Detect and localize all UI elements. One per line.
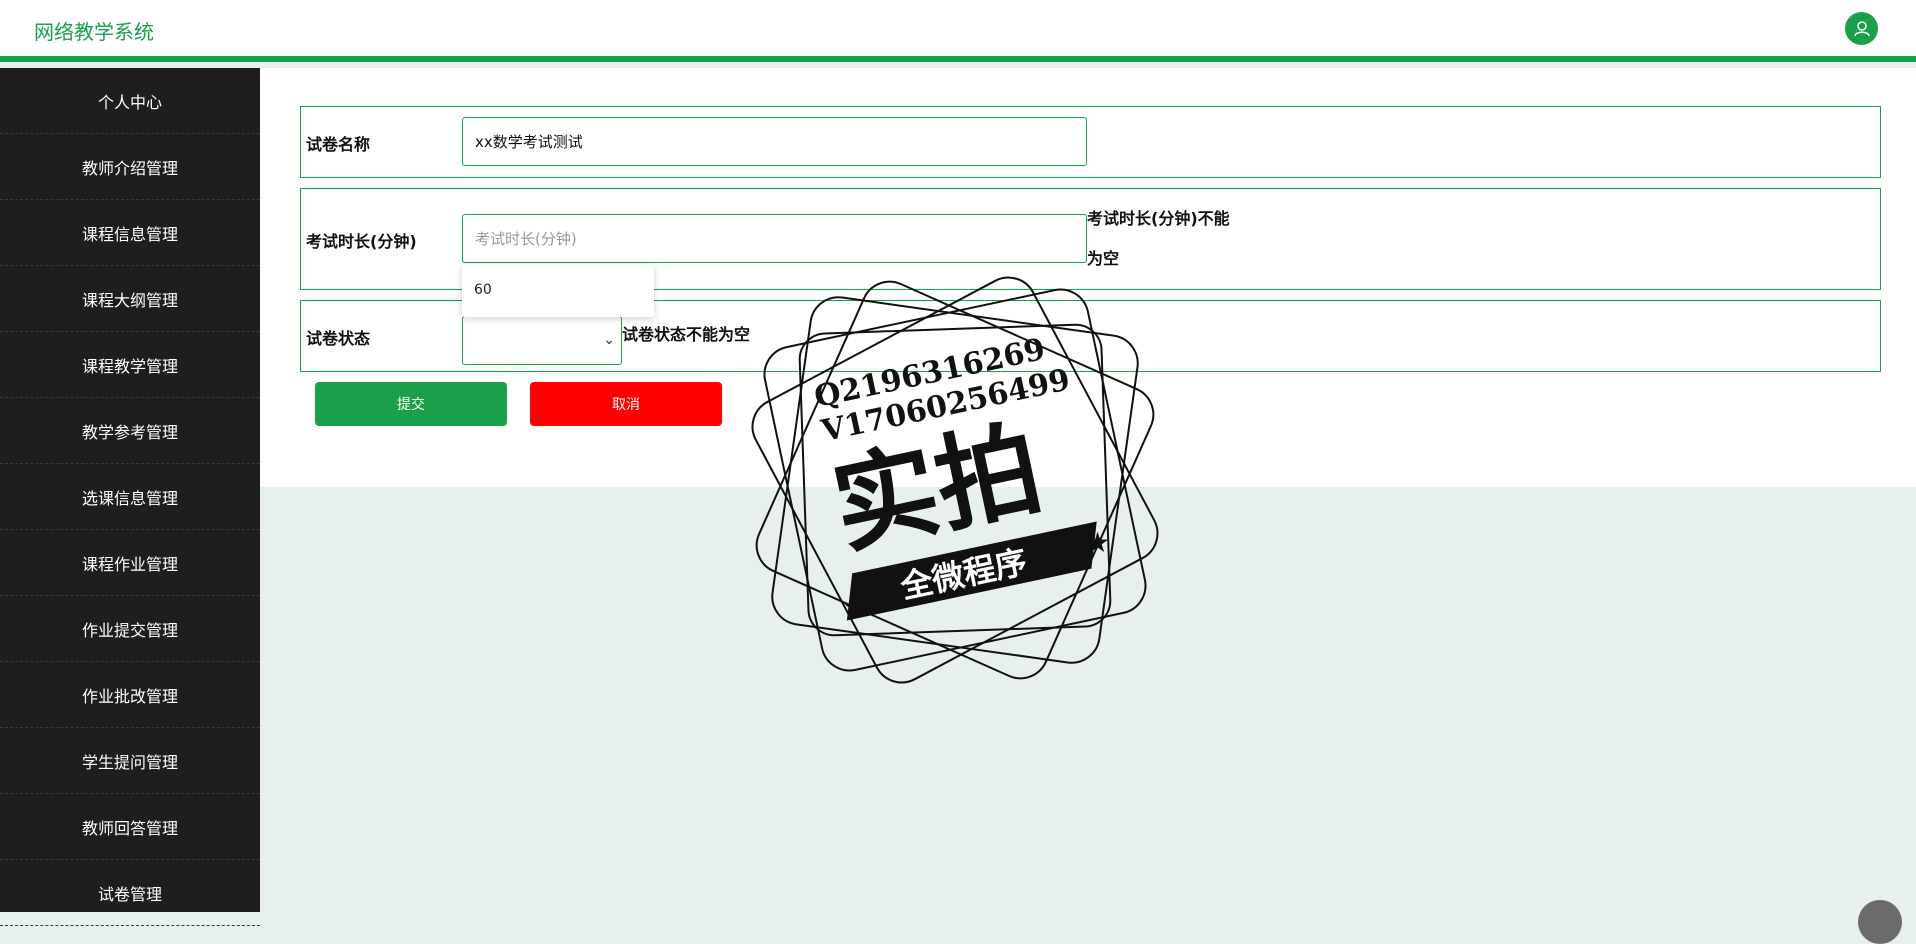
star-icon: ★ — [1085, 526, 1110, 559]
top-header: 网络教学系统 — [0, 0, 1916, 62]
sidebar-item-teaching-reference[interactable]: 教学参考管理 — [0, 398, 260, 464]
sidebar-item-course-homework[interactable]: 课程作业管理 — [0, 530, 260, 596]
app-title: 网络教学系统 — [34, 20, 154, 44]
submit-button[interactable]: 提交 — [315, 382, 507, 426]
duration-error: 考试时长(分钟)不能为空 — [1087, 209, 1230, 268]
status-error: 试卷状态不能为空 — [622, 325, 751, 344]
paper-name-row: 试卷名称 — [300, 106, 1881, 178]
scroll-to-top-button[interactable] — [1858, 900, 1902, 944]
duration-input[interactable] — [462, 214, 1087, 263]
sidebar-item-course-selection[interactable]: 选课信息管理 — [0, 464, 260, 530]
status-label: 试卷状态 — [306, 329, 371, 348]
user-avatar[interactable] — [1845, 12, 1878, 45]
suggestion-value: 60 — [474, 282, 492, 298]
sidebar-item-teacher-answers[interactable]: 教师回答管理 — [0, 794, 260, 860]
sidebar-item-personal-center[interactable]: 个人中心 — [0, 68, 260, 134]
sidebar-item-course-info[interactable]: 课程信息管理 — [0, 200, 260, 266]
paper-name-label: 试卷名称 — [306, 135, 371, 154]
sidebar-item-exam-papers[interactable]: 试卷管理 — [0, 860, 260, 926]
sidebar-item-homework-submit[interactable]: 作业提交管理 — [0, 596, 260, 662]
watermark-banner: 全微程序 — [896, 542, 1030, 606]
paper-name-input[interactable] — [462, 117, 1087, 166]
sidebar-item-course-outline[interactable]: 课程大纲管理 — [0, 266, 260, 332]
sidebar-item-homework-grading[interactable]: 作业批改管理 — [0, 662, 260, 728]
autocomplete-suggestion[interactable]: 60 — [462, 264, 654, 317]
user-icon — [1853, 20, 1870, 36]
star-icon: ★ — [843, 591, 868, 624]
sidebar: 个人中心 教师介绍管理 课程信息管理 课程大纲管理 课程教学管理 教学参考管理 … — [0, 68, 260, 926]
duration-label: 考试时长(分钟) — [306, 232, 417, 251]
sidebar-item-teacher-intro[interactable]: 教师介绍管理 — [0, 134, 260, 200]
status-select[interactable]: ⌄ — [462, 316, 622, 365]
chevron-down-icon: ⌄ — [603, 332, 615, 348]
sidebar-item-course-teaching[interactable]: 课程教学管理 — [0, 332, 260, 398]
sidebar-item-student-questions[interactable]: 学生提问管理 — [0, 728, 260, 794]
cancel-button[interactable]: 取消 — [530, 382, 722, 426]
